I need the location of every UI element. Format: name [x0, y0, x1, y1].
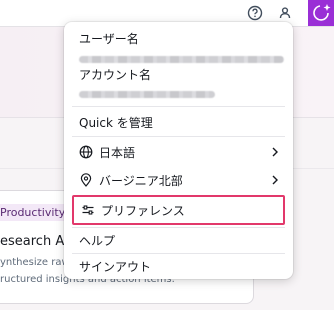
location-pin-icon: [80, 173, 92, 187]
menu-item-label: 日本語: [99, 145, 136, 160]
help-item[interactable]: ヘルプ: [72, 227, 285, 253]
username-label: ユーザー名: [79, 32, 139, 46]
menu-item-label: バージニア北部: [99, 173, 183, 188]
globe-icon: [79, 145, 93, 159]
preferences-item[interactable]: プリファレンス: [72, 195, 285, 225]
account-name-value-redacted: [79, 91, 215, 98]
user-icon[interactable]: [276, 4, 294, 22]
sign-out-item[interactable]: サインアウト: [72, 253, 285, 279]
chevron-right-icon: [272, 147, 278, 157]
sliders-icon: [82, 205, 94, 215]
category-tag: Productivity: [0, 204, 72, 221]
card-title: esearch An: [0, 234, 73, 249]
menu-item-label: Quick を管理: [79, 115, 153, 130]
language-item[interactable]: 日本語: [72, 139, 285, 165]
help-circle-icon[interactable]: [246, 4, 264, 22]
menu-divider: [72, 136, 285, 137]
menu-item-label: サインアウト: [79, 259, 152, 274]
chevron-right-icon: [272, 175, 278, 185]
user-dropdown-menu: ユーザー名 アカウント名 Quick を管理 日本語 バージニア北部 プリファレ…: [64, 22, 293, 279]
account-name-label: アカウント名: [79, 68, 152, 82]
card-description: ynthesize raw: [0, 257, 70, 268]
menu-divider: [72, 106, 285, 107]
username-value-redacted: [79, 56, 284, 63]
menu-item-label: プリファレンス: [101, 203, 185, 218]
region-item[interactable]: バージニア北部: [72, 167, 285, 193]
assistant-button[interactable]: [308, 0, 334, 26]
manage-quick-item[interactable]: Quick を管理: [72, 109, 285, 135]
sparkle-icon: [313, 4, 331, 21]
menu-item-label: ヘルプ: [79, 233, 116, 248]
